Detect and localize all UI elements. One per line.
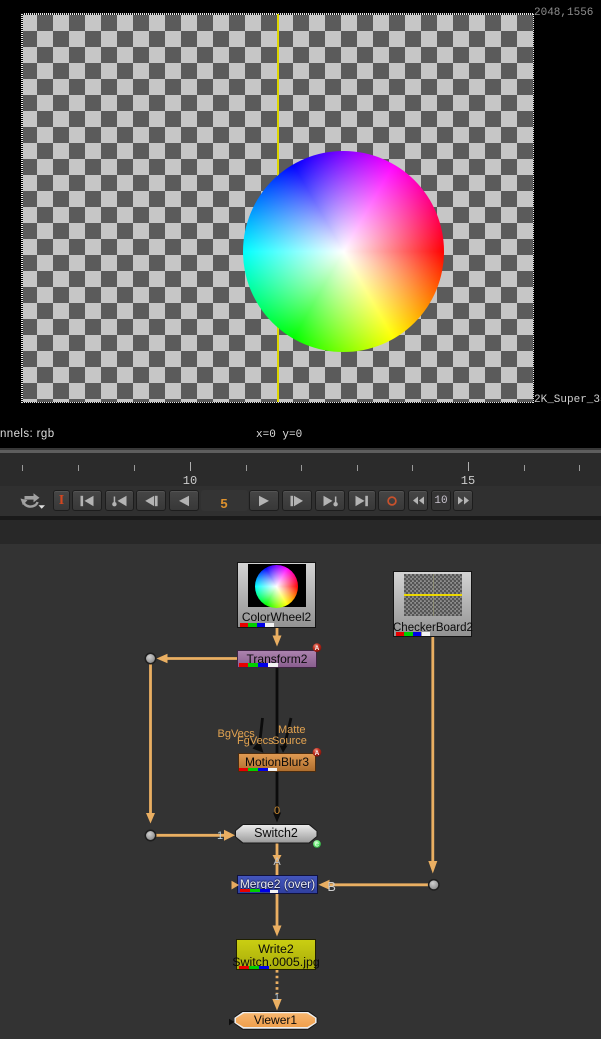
svg-text:A: A (315, 645, 320, 652)
svg-text:A: A (315, 750, 320, 757)
svg-text:C: C (315, 842, 319, 848)
